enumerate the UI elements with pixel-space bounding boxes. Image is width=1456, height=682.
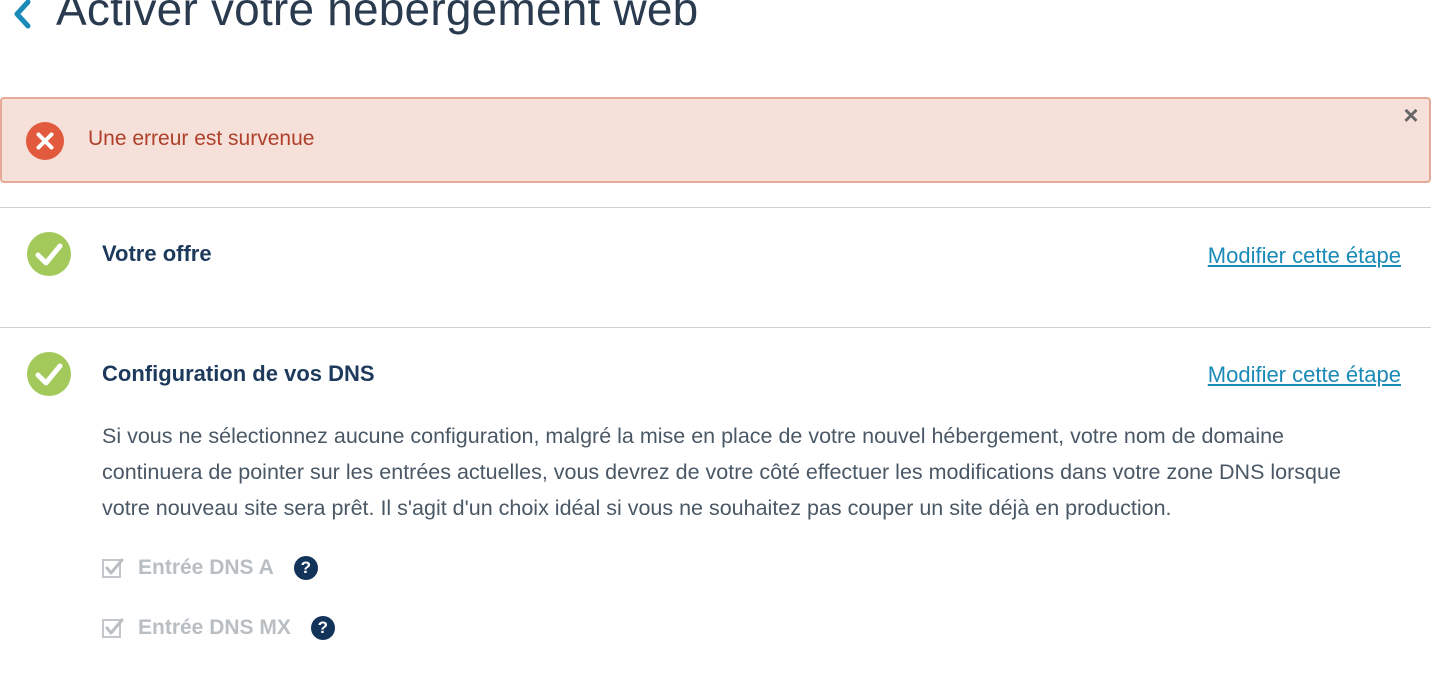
- edit-step-link-dns[interactable]: Modifier cette étape: [1208, 362, 1401, 388]
- check-circle-icon: [27, 352, 71, 396]
- dns-option-label: Entrée DNS MX: [138, 616, 291, 639]
- help-icon[interactable]: ?: [310, 616, 335, 640]
- dns-description: Si vous ne sélectionnez aucune configura…: [102, 424, 1341, 520]
- divider: [0, 207, 1431, 208]
- page: Activer votre hébergement web Une erreur…: [0, 0, 1456, 682]
- divider: [0, 327, 1431, 328]
- page-title: Activer votre hébergement web: [56, 0, 699, 35]
- error-circle-icon: [26, 122, 64, 160]
- step-title-offer: Votre offre: [102, 241, 212, 266]
- check-circle-icon: [27, 232, 71, 276]
- help-icon[interactable]: ?: [293, 556, 318, 580]
- edit-step-link-offer[interactable]: Modifier cette étape: [1208, 243, 1401, 269]
- dns-option-a: Entrée DNS A ?: [102, 553, 318, 583]
- dns-option-label: Entrée DNS A: [138, 556, 274, 579]
- error-message: Une erreur est survenue: [88, 127, 315, 150]
- checkbox-checked-icon[interactable]: [102, 557, 124, 579]
- checkbox-checked-icon[interactable]: [102, 617, 124, 639]
- step-title-dns: Configuration de vos DNS: [102, 361, 375, 386]
- back-chevron-icon[interactable]: [8, 0, 36, 34]
- close-icon[interactable]: ×: [1399, 102, 1423, 128]
- error-alert: Une erreur est survenue ×: [0, 97, 1431, 183]
- dns-option-mx: Entrée DNS MX ?: [102, 613, 335, 643]
